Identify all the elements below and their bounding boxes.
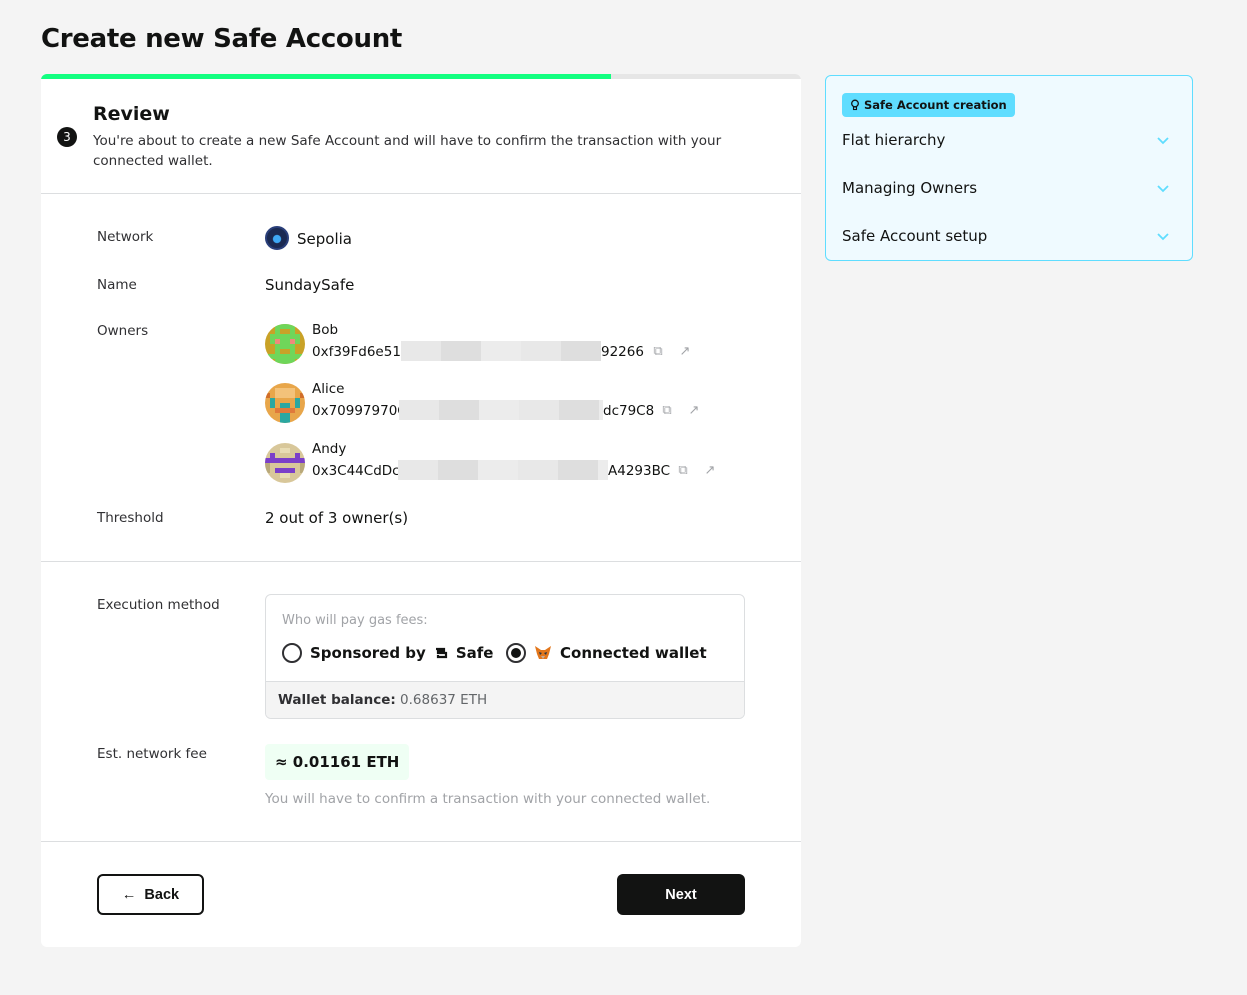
back-label: Back [144, 886, 180, 903]
sponsored-option[interactable]: Sponsored by Safe [282, 641, 493, 665]
owner-name: Andy [312, 441, 347, 457]
chevron-down-icon[interactable] [1156, 133, 1170, 147]
redacted-address-block [398, 460, 608, 480]
network-fee-label: Est. network fee [97, 746, 207, 762]
execution-method-label: Execution method [97, 597, 220, 613]
owner-address-start: 0x3C44CdDc [312, 463, 400, 479]
connected-wallet-label: Connected wallet [560, 644, 707, 662]
network-value: Sepolia [297, 230, 352, 248]
help-item-flat-hierarchy[interactable]: Flat hierarchy [842, 131, 1178, 155]
owner-avatar [265, 383, 305, 423]
owner-row: Andy 0x3C44CdDc A4293BC ⧉ ↗ [265, 441, 745, 487]
owner-address-end: dc79C8 [603, 403, 655, 419]
threshold-value: 2 out of 3 owner(s) [265, 509, 409, 527]
step-description: You're about to create a new Safe Accoun… [93, 133, 722, 169]
execution-method-box: Who will pay gas fees: Sponsored by Safe… [265, 594, 745, 719]
wallet-balance-label: Wallet balance: [278, 692, 396, 708]
help-item-safe-account-setup[interactable]: Safe Account setup [842, 227, 1178, 251]
owner-address[interactable]: 0xf39Fd6e51a [312, 344, 409, 360]
safe-brand-label: Safe [455, 644, 494, 662]
threshold-label: Threshold [97, 510, 164, 526]
help-tag: Safe Account creation [842, 93, 1015, 117]
page-title: Create new Safe Account [41, 24, 403, 54]
step-number-badge: 3 [57, 127, 77, 147]
network-fee-value: ≈ 0.01161 ETH [265, 744, 410, 780]
sponsored-radio[interactable] [282, 643, 302, 663]
arrow-left-icon: ← [121, 886, 137, 903]
copy-icon[interactable]: ⧉ [660, 404, 674, 418]
owner-address-end: 92266 [601, 344, 644, 360]
gas-fee-question: Who will pay gas fees: [282, 613, 428, 628]
name-label: Name [97, 277, 137, 293]
next-button[interactable]: Next [617, 874, 745, 915]
external-link-icon[interactable]: ↗ [703, 464, 717, 478]
back-button[interactable]: ← Back [97, 874, 204, 915]
connected-wallet-option[interactable]: Connected wallet [506, 641, 707, 665]
redacted-address-block [399, 400, 603, 420]
owner-row: Alice 0x70997970C dc79C8 ⧉ ↗ [265, 381, 745, 427]
owner-name: Alice [312, 381, 345, 397]
owner-address-start: 0xf39Fd6e51a [312, 344, 410, 360]
safe-logo-icon [435, 647, 447, 659]
owner-address-start: 0x70997970C [312, 403, 407, 419]
owner-avatar [265, 324, 305, 364]
copy-icon[interactable]: ⧉ [651, 345, 665, 359]
review-card: 3 Review You're about to create a new Sa… [41, 74, 801, 947]
review-details: Network Sepolia Name SundaySafe Owners B… [41, 194, 801, 562]
external-link-icon[interactable]: ↗ [687, 404, 701, 418]
sepolia-network-icon [265, 226, 289, 250]
chevron-down-icon[interactable] [1156, 181, 1170, 195]
connected-wallet-radio[interactable] [506, 643, 526, 663]
owner-address-end: A4293BC [608, 463, 671, 479]
network-label: Network [97, 229, 154, 245]
help-panel: Safe Account creation Flat hierarchy Man… [825, 75, 1193, 261]
chevron-down-icon[interactable] [1156, 229, 1170, 243]
owner-name: Bob [312, 322, 339, 338]
next-label: Next [665, 886, 697, 903]
owner-address[interactable]: 0x70997970C [312, 403, 407, 419]
sponsored-label: Sponsored by [310, 644, 426, 662]
owner-row: Bob 0xf39Fd6e51a 92266 ⧉ ↗ [265, 322, 745, 368]
copy-icon[interactable]: ⧉ [676, 464, 690, 478]
owner-address[interactable]: 0x3C44CdDc [312, 463, 400, 479]
help-item-managing-owners[interactable]: Managing Owners [842, 179, 1178, 203]
redacted-address-block [401, 341, 601, 361]
external-link-icon[interactable]: ↗ [678, 345, 692, 359]
help-item-label: Flat hierarchy [842, 131, 946, 149]
safe-name-value: SundaySafe [265, 276, 355, 294]
execution-section: Execution method Who will pay gas fees: … [41, 562, 801, 842]
owners-label: Owners [97, 323, 149, 339]
lightbulb-icon [851, 99, 859, 111]
step-header: 3 Review You're about to create a new Sa… [41, 79, 801, 194]
wallet-balance-value: 0.68637 ETH [395, 692, 488, 708]
wallet-balance: Wallet balance: 0.68637 ETH [266, 681, 744, 718]
owner-avatar [265, 443, 305, 483]
step-title: Review [93, 103, 170, 125]
help-tag-label: Safe Account creation [864, 98, 1007, 112]
confirm-transaction-note: You will have to confirm a transaction w… [265, 791, 711, 807]
help-item-label: Managing Owners [842, 179, 978, 197]
metamask-fox-icon [535, 646, 551, 659]
help-item-label: Safe Account setup [842, 227, 988, 245]
